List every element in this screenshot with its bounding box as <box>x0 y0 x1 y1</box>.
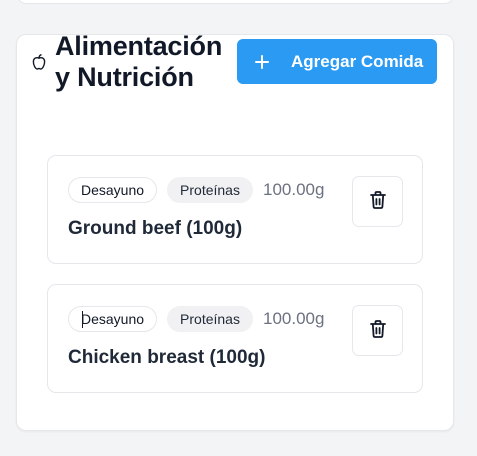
add-meal-button-label: Agregar Comida <box>291 51 424 71</box>
meal-type-badge: Desayuno <box>68 177 158 203</box>
previous-section-card <box>17 0 454 4</box>
meal-type-badge: Desayuno <box>68 306 158 332</box>
delete-entry-button[interactable] <box>352 305 403 356</box>
delete-entry-button[interactable] <box>352 176 403 227</box>
trash-icon <box>369 190 387 213</box>
apple-icon <box>32 54 46 70</box>
entry-tags: Desayuno Proteínas 100.00g <box>68 177 324 203</box>
food-entry-card: Desayuno Proteínas 100.00g Chicken breas… <box>47 284 423 393</box>
category-badge: Proteínas <box>167 177 253 203</box>
food-entry-card: Desayuno Proteínas 100.00g Ground beef (… <box>47 155 423 264</box>
plus-icon <box>255 54 269 69</box>
amount-text: 100.00g <box>262 309 325 328</box>
add-meal-button[interactable]: Agregar Comida <box>237 39 437 84</box>
section-title: Alimentación y Nutrición <box>55 31 223 92</box>
entry-tags: Desayuno Proteínas 100.00g <box>68 306 324 332</box>
trash-icon <box>369 319 387 342</box>
meal-type-label: Desayuno <box>81 311 145 327</box>
amount-text: 100.00g <box>262 180 325 199</box>
text-cursor <box>82 311 83 328</box>
category-badge: Proteínas <box>167 306 253 332</box>
food-name: Ground beef (100g) <box>68 218 243 239</box>
food-name: Chicken breast (100g) <box>68 347 266 368</box>
